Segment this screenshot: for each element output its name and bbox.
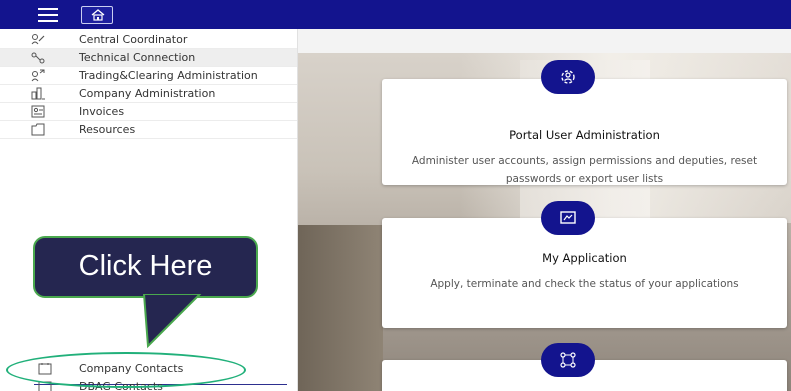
trading-icon (31, 69, 45, 82)
card-description: Administer user accounts, assign permiss… (411, 155, 758, 185)
sidebar-item-label: Invoices (79, 105, 125, 118)
sidebar-item-resources[interactable]: Resources (0, 121, 297, 139)
sidebar-item-company-administration[interactable]: Company Administration (0, 85, 297, 103)
application-icon[interactable] (541, 201, 595, 235)
highlight-ellipse (6, 352, 246, 388)
sidebar-item-label: Technical Connection (79, 51, 196, 64)
callout-pointer (142, 294, 202, 349)
sidebar-item-label: Company Administration (79, 87, 216, 100)
folder-icon (31, 123, 45, 136)
sidebar-item-label: Resources (79, 123, 136, 136)
sidebar-item-trading-clearing-administration[interactable]: Trading&Clearing Administration (0, 67, 297, 85)
top-bar (0, 0, 791, 29)
callout-text: Click Here (78, 250, 213, 282)
content-header-strip (298, 29, 791, 53)
company-icon (31, 87, 45, 100)
user-admin-icon[interactable] (541, 60, 595, 94)
sidebar-item-invoices[interactable]: Invoices (0, 103, 297, 121)
sidebar-item-central-coordinator[interactable]: Central Coordinator (0, 31, 297, 49)
network-icon[interactable] (541, 343, 595, 377)
home-button[interactable] (81, 6, 113, 24)
coordinator-icon (31, 34, 45, 45)
card-title: Portal User Administration (509, 128, 660, 142)
connection-icon (31, 52, 45, 64)
portal-user-administration-card[interactable]: Portal User Administration Administer us… (382, 79, 787, 185)
background-shelf (298, 225, 383, 391)
sidebar-item-label: Trading&Clearing Administration (79, 69, 258, 82)
click-here-callout: Click Here (33, 236, 258, 298)
card-title: My Application (542, 251, 627, 265)
sidebar-item-label: Central Coordinator (79, 33, 188, 46)
sidebar-item-technical-connection[interactable]: Technical Connection (0, 49, 297, 67)
invoice-icon (31, 105, 45, 118)
home-icon (91, 9, 105, 21)
card-description: Apply, terminate and check the status of… (430, 278, 739, 290)
my-application-card[interactable]: My Application Apply, terminate and chec… (382, 218, 787, 328)
hamburger-icon[interactable] (38, 8, 58, 22)
